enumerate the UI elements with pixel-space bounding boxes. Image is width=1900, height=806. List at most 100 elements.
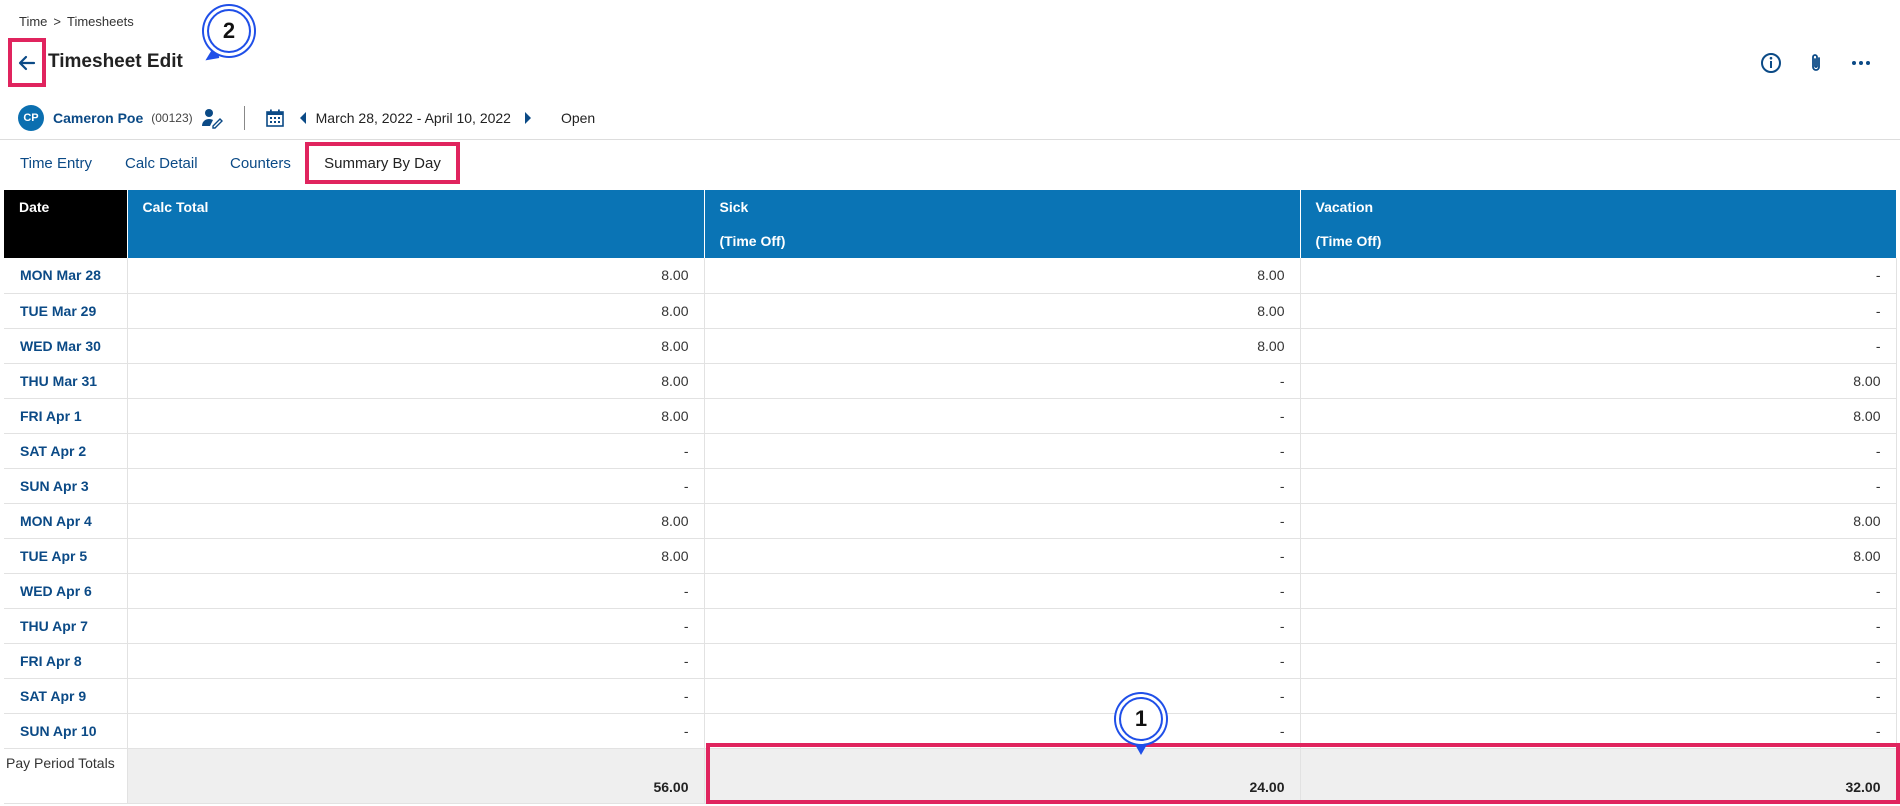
caret-left-icon <box>299 112 306 124</box>
row-date-link[interactable]: FRI Apr 8 <box>4 643 128 679</box>
row-vacation: - <box>1300 608 1897 644</box>
next-period-button[interactable] <box>523 111 533 125</box>
row-sick: - <box>704 433 1301 469</box>
row-calc-total: 8.00 <box>127 258 705 294</box>
info-icon <box>1761 53 1781 73</box>
table-row: THU Apr 7--- <box>4 608 1897 644</box>
info-button[interactable] <box>1758 50 1784 76</box>
employee-id: (00123) <box>151 111 193 125</box>
row-calc-total: - <box>127 468 705 504</box>
row-calc-total: 8.00 <box>127 398 705 434</box>
breadcrumb-parent[interactable]: Time <box>19 14 47 29</box>
period-range: March 28, 2022 - April 10, 2022 <box>315 110 511 126</box>
tab-counters[interactable]: Counters <box>230 142 291 184</box>
table-row: THU Mar 31 8.00-8.00 <box>4 363 1897 399</box>
row-date-link[interactable]: SUN Apr 3 <box>4 468 128 504</box>
totals-row: Pay Period Totals 56.00 24.00 32.00 <box>4 748 1897 804</box>
previous-period-button[interactable] <box>298 111 308 125</box>
column-header-sick-sub: (Time Off) <box>719 233 786 249</box>
row-vacation: - <box>1300 293 1897 329</box>
callout-number: 2 <box>209 11 249 51</box>
table-row: WED Apr 6--- <box>4 573 1897 609</box>
calendar-button[interactable] <box>265 108 285 128</box>
row-date-link[interactable]: THU Mar 31 <box>4 363 128 399</box>
row-calc-total: - <box>127 713 705 749</box>
row-sick: 8.00 <box>704 258 1301 294</box>
annotation-callout-2: 2 <box>204 6 254 56</box>
column-header-sick-label: Sick <box>719 199 749 215</box>
row-calc-total: - <box>127 643 705 679</box>
row-sick: - <box>704 608 1301 644</box>
row-vacation: 8.00 <box>1300 398 1897 434</box>
table-row: TUE Mar 29 8.00 8.00- <box>4 293 1897 329</box>
user-edit-button[interactable] <box>201 107 223 129</box>
row-sick: - <box>704 363 1301 399</box>
row-sick: - <box>704 538 1301 574</box>
row-vacation: - <box>1300 433 1897 469</box>
row-vacation: - <box>1300 328 1897 364</box>
table-row: TUE Apr 5 8.00-8.00 <box>4 538 1897 574</box>
period-status: Open <box>560 110 596 126</box>
tab-summary-by-day[interactable]: Summary By Day <box>305 142 460 184</box>
row-date-link[interactable]: FRI Apr 1 <box>4 398 128 434</box>
breadcrumb-current: Timesheets <box>67 14 134 29</box>
row-date-link[interactable]: MON Mar 28 <box>4 258 128 294</box>
column-header-vacation-label: Vacation <box>1315 199 1374 215</box>
row-calc-total: 8.00 <box>127 538 705 574</box>
page-title: Timesheet Edit <box>48 51 183 72</box>
more-options-button[interactable] <box>1848 50 1874 76</box>
row-vacation: - <box>1300 643 1897 679</box>
column-header-calc-total[interactable]: Calc Total <box>127 190 705 258</box>
row-sick: - <box>704 398 1301 434</box>
row-calc-total: - <box>127 608 705 644</box>
more-horizontal-icon <box>1852 61 1870 65</box>
row-calc-total: - <box>127 573 705 609</box>
totals-sick: 24.00 <box>704 748 1301 804</box>
user-edit-icon <box>201 109 223 129</box>
row-date-link[interactable]: WED Apr 6 <box>4 573 128 609</box>
summary-table: Date Calc Total Sick (Time Off) Vacation (… <box>4 190 1897 804</box>
callout-number: 1 <box>1121 699 1161 739</box>
row-vacation: - <box>1300 713 1897 749</box>
row-vacation: 8.00 <box>1300 503 1897 539</box>
row-sick: - <box>704 503 1301 539</box>
row-sick: - <box>704 468 1301 504</box>
row-calc-total: 8.00 <box>127 293 705 329</box>
row-date-link[interactable]: TUE Mar 29 <box>4 293 128 329</box>
tab-calc-detail[interactable]: Calc Detail <box>125 142 198 184</box>
avatar: CP <box>18 105 44 131</box>
row-date-link[interactable]: SUN Apr 10 <box>4 713 128 749</box>
row-calc-total: - <box>127 678 705 714</box>
row-date-link[interactable]: SAT Apr 9 <box>4 678 128 714</box>
header-divider <box>0 139 1900 140</box>
table-row: SUN Apr 10- - - <box>4 713 1897 749</box>
breadcrumb: Time > Timesheets <box>19 14 134 29</box>
row-date-link[interactable]: MON Apr 4 <box>4 503 128 539</box>
column-header-vacation-sub: (Time Off) <box>1315 233 1382 249</box>
column-header-vacation[interactable]: Vacation (Time Off) <box>1300 190 1897 258</box>
row-date-link[interactable]: THU Apr 7 <box>4 608 128 644</box>
row-vacation: - <box>1300 573 1897 609</box>
column-header-date[interactable]: Date <box>4 190 128 258</box>
employee-name-link[interactable]: Cameron Poe <box>53 110 143 126</box>
table-row: SAT Apr 9--- <box>4 678 1897 714</box>
row-sick: 8.00 <box>704 328 1301 364</box>
table-row: MON Apr 4 8.00-8.00 <box>4 503 1897 539</box>
table-row: SAT Apr 2--- <box>4 433 1897 469</box>
table-row: FRI Apr 8--- <box>4 643 1897 679</box>
row-sick: - <box>704 643 1301 679</box>
row-date-link[interactable]: WED Mar 30 <box>4 328 128 364</box>
row-vacation: 8.00 <box>1300 363 1897 399</box>
arrow-left-icon <box>18 55 36 70</box>
attachment-button[interactable] <box>1803 50 1829 76</box>
row-date-link[interactable]: TUE Apr 5 <box>4 538 128 574</box>
table-row: WED Mar 30 8.00 8.00- <box>4 328 1897 364</box>
table-header-row: Date Calc Total Sick (Time Off) Vacation (… <box>4 190 1897 258</box>
back-button[interactable] <box>8 38 46 87</box>
row-vacation: 8.00 <box>1300 538 1897 574</box>
employee-period-bar: CP Cameron Poe (00123) March 28, 2022 - … <box>18 105 595 131</box>
row-calc-total: 8.00 <box>127 503 705 539</box>
column-header-sick[interactable]: Sick (Time Off) <box>704 190 1301 258</box>
tab-time-entry[interactable]: Time Entry <box>20 142 92 184</box>
row-date-link[interactable]: SAT Apr 2 <box>4 433 128 469</box>
